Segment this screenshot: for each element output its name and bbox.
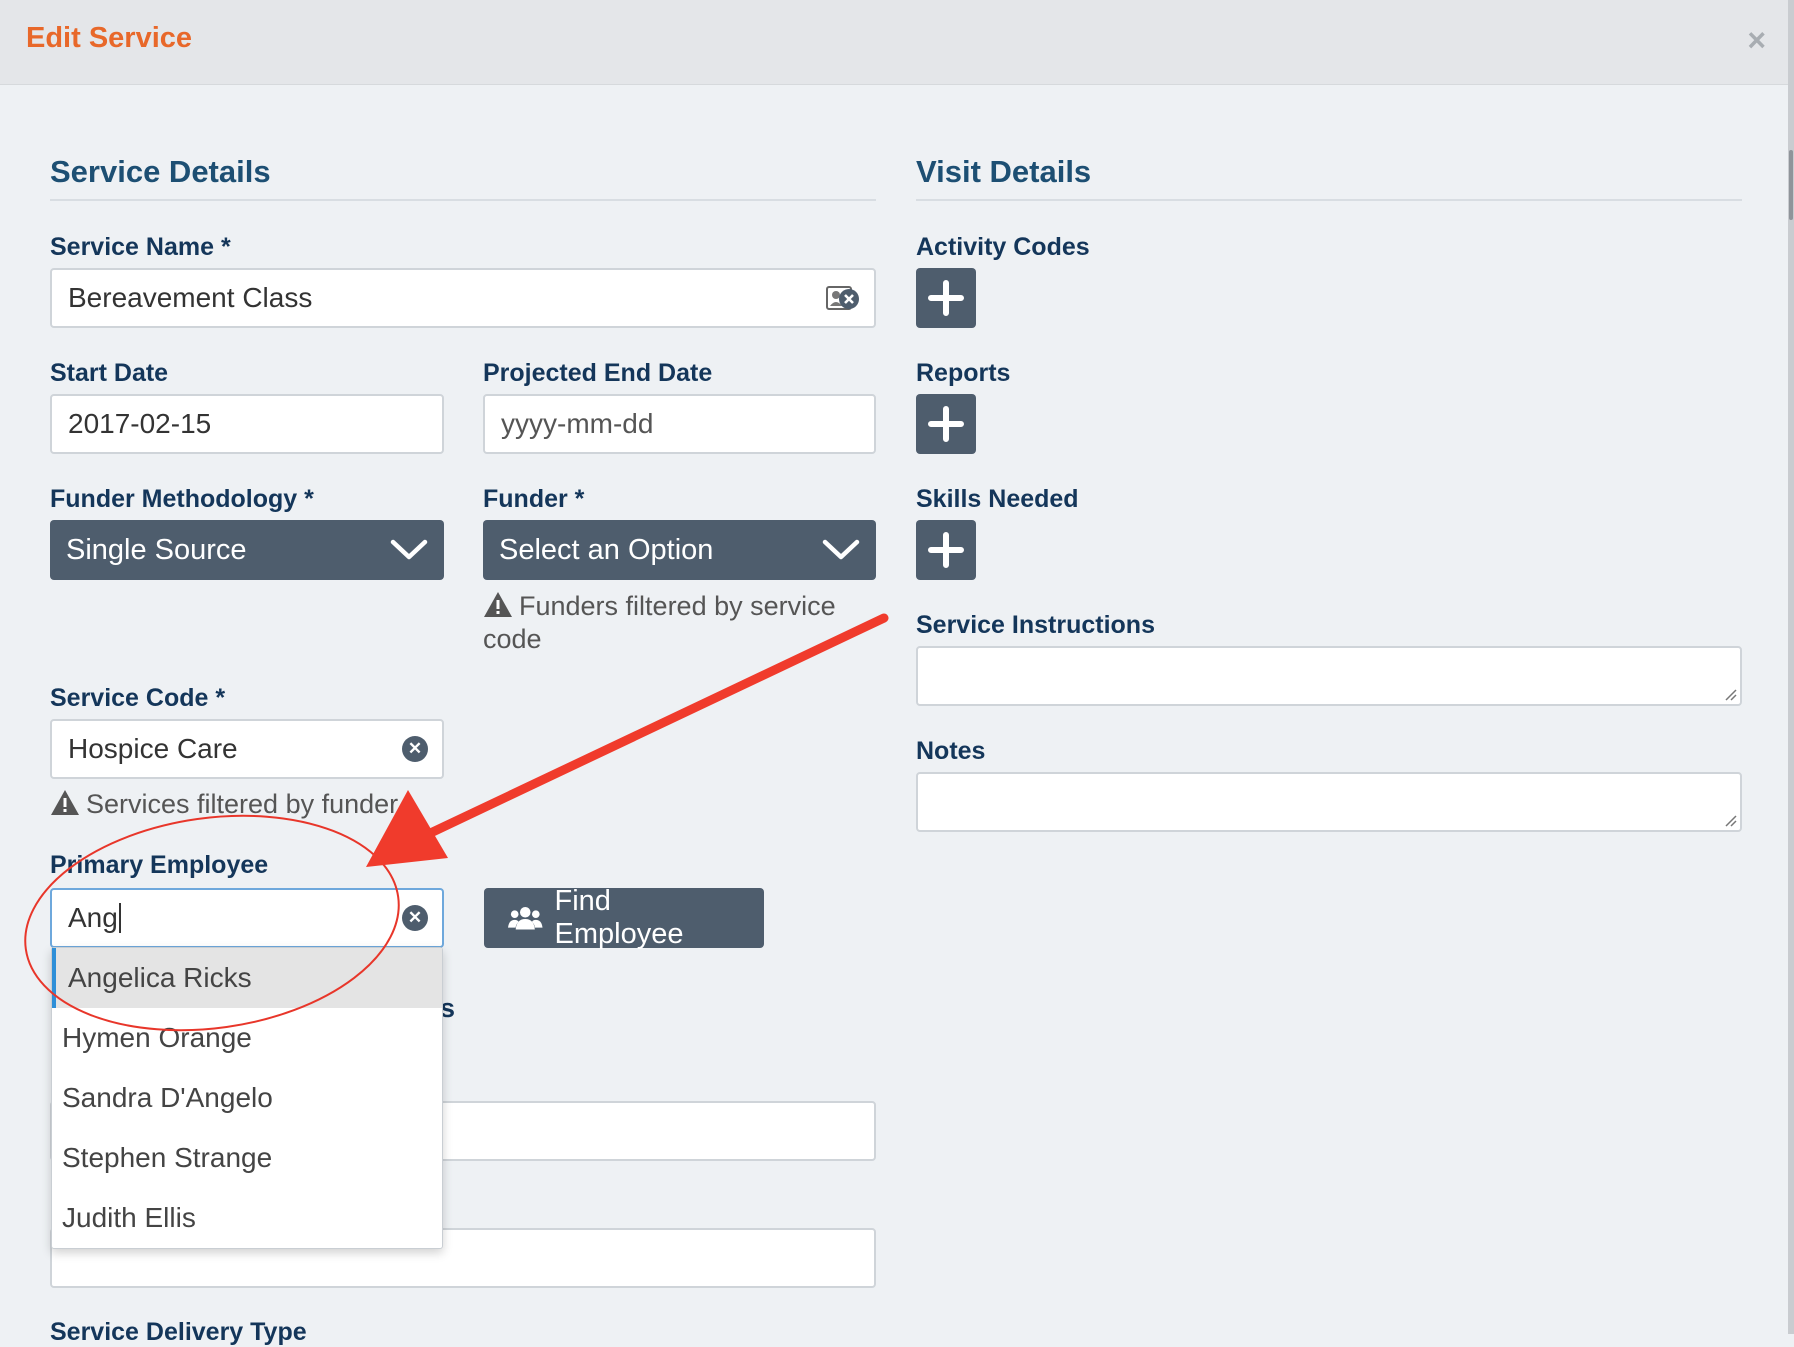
section-divider	[50, 199, 876, 201]
list-item[interactable]: Judith Ellis	[52, 1188, 442, 1248]
users-icon	[508, 906, 543, 930]
service-code-input[interactable]: Hospice Care ✕	[50, 719, 444, 779]
visit-details-heading: Visit Details	[916, 154, 1092, 189]
funder-hint-text: Funders filtered by service code	[483, 591, 836, 654]
funder-methodology-select[interactable]: Single Source	[50, 520, 444, 580]
scrollbar-thumb[interactable]	[1789, 150, 1793, 220]
funder-value: Select an Option	[499, 533, 714, 566]
employee-suggestions-dropdown[interactable]: Angelica Ricks Hymen Orange Sandra D'Ang…	[51, 947, 443, 1249]
list-item[interactable]: Angelica Ricks	[52, 948, 442, 1008]
funder-label: Funder *	[483, 485, 585, 513]
service-code-value: Hospice Care	[68, 733, 238, 764]
service-code-hint: Services filtered by funder	[50, 788, 398, 821]
clear-icon[interactable]: ✕	[402, 736, 428, 762]
primary-employee-value: Ang	[68, 902, 118, 933]
notes-label: Notes	[916, 737, 986, 765]
notes-textarea[interactable]	[916, 772, 1742, 832]
warning-icon	[51, 790, 79, 815]
add-activity-code-button[interactable]	[916, 268, 976, 328]
text-cursor	[118, 903, 121, 933]
service-name-label: Service Name *	[50, 233, 231, 261]
activity-codes-label: Activity Codes	[916, 233, 1090, 261]
chevron-down-icon	[822, 539, 860, 560]
funder-select[interactable]: Select an Option	[483, 520, 876, 580]
scrollbar[interactable]	[1788, 0, 1794, 1334]
primary-employee-label: Primary Employee	[50, 851, 269, 879]
start-date-input[interactable]: 2017-02-15	[50, 394, 444, 454]
list-item[interactable]: Sandra D'Angelo	[52, 1068, 442, 1128]
plus-icon	[928, 532, 964, 568]
funder-hint: Funders filtered by service code	[483, 590, 873, 656]
resize-handle-icon[interactable]	[1723, 687, 1737, 701]
projected-end-date-label: Projected End Date	[483, 359, 713, 387]
list-item[interactable]: Stephen Strange	[52, 1128, 442, 1188]
find-employee-label: Find Employee	[554, 885, 684, 950]
modal-title: Edit Service	[26, 22, 193, 54]
skills-needed-label: Skills Needed	[916, 485, 1079, 513]
service-name-value: Bereavement Class	[68, 282, 313, 313]
primary-employee-input[interactable]: Ang ✕	[50, 888, 444, 948]
start-date-label: Start Date	[50, 359, 169, 387]
funder-methodology-value: Single Source	[66, 533, 247, 566]
service-code-label: Service Code *	[50, 684, 226, 712]
service-instructions-textarea[interactable]	[916, 646, 1742, 706]
warning-icon	[484, 592, 512, 617]
funder-methodology-label: Funder Methodology *	[50, 485, 314, 513]
find-employee-button[interactable]: Find Employee	[484, 885, 764, 950]
service-code-hint-text: Services filtered by funder	[86, 789, 399, 819]
resize-handle-icon[interactable]	[1723, 813, 1737, 827]
plus-icon	[928, 406, 964, 442]
plus-icon	[928, 280, 964, 316]
service-delivery-type-label: Service Delivery Type	[50, 1318, 307, 1346]
section-divider	[916, 199, 1742, 201]
service-details-heading: Service Details	[50, 154, 271, 189]
add-report-button[interactable]	[916, 394, 976, 454]
add-skill-button[interactable]	[916, 520, 976, 580]
clear-icon[interactable]: ✕	[402, 905, 428, 931]
reports-label: Reports	[916, 359, 1011, 387]
projected-end-date-placeholder: yyyy-mm-dd	[501, 408, 654, 439]
service-instructions-label: Service Instructions	[916, 611, 1155, 639]
list-item[interactable]: Hymen Orange	[52, 1008, 442, 1068]
projected-end-date-input[interactable]: yyyy-mm-dd	[483, 394, 876, 454]
modal-header: Edit Service ×	[0, 0, 1792, 85]
service-name-input[interactable]: Bereavement Class	[50, 268, 876, 328]
start-date-value: 2017-02-15	[68, 408, 212, 439]
close-icon[interactable]: ×	[1747, 24, 1766, 56]
contact-card-clear-icon[interactable]	[826, 285, 860, 313]
chevron-down-icon	[390, 539, 428, 560]
